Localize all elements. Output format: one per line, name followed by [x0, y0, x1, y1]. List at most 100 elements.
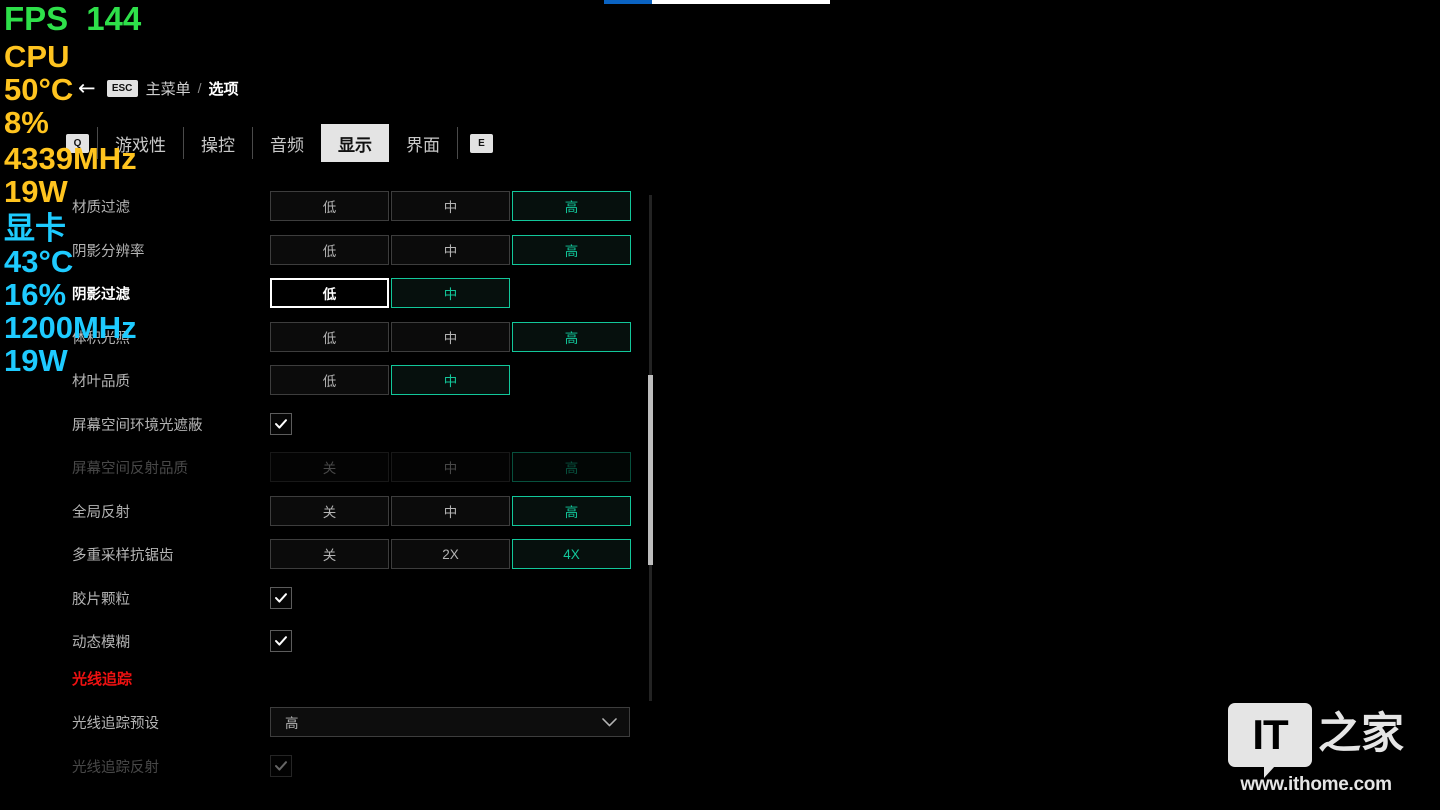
- segmented-option[interactable]: 4X: [512, 539, 631, 569]
- settings-row-control: 低中: [270, 365, 510, 395]
- tab-gameplay[interactable]: 游戏性: [98, 124, 183, 162]
- esc-key-badge: ESC: [106, 79, 138, 97]
- segmented-option[interactable]: 低: [270, 365, 389, 395]
- dropdown[interactable]: 高: [270, 707, 630, 737]
- segmented-control: 低中高: [270, 191, 631, 221]
- settings-row-control: 低中高: [270, 191, 631, 221]
- settings-row-label: 阴影过滤: [72, 286, 130, 303]
- settings-row: 材质过滤 低中高: [0, 189, 660, 223]
- settings-row-control: [270, 755, 292, 777]
- tab-next-key-wrap: E: [458, 124, 503, 162]
- settings-row-control: [270, 630, 292, 652]
- segmented-option[interactable]: 低: [270, 278, 389, 308]
- settings-section-header: 光线追踪: [72, 671, 133, 688]
- breadcrumb-root[interactable]: 主菜单: [146, 78, 191, 99]
- tab-prev-key-wrap: Q: [62, 124, 97, 162]
- settings-row-label: 多重采样抗锯齿: [72, 547, 174, 564]
- settings-row: 阴影分辨率 低中高: [0, 233, 660, 267]
- settings-row-control: 关中高: [270, 496, 631, 526]
- checkbox[interactable]: [270, 413, 292, 435]
- segmented-option[interactable]: 中: [391, 191, 510, 221]
- settings-row-control: 低中高: [270, 235, 631, 265]
- segmented-option[interactable]: 低: [270, 235, 389, 265]
- checkbox[interactable]: [270, 755, 292, 777]
- settings-row: 动态模糊: [0, 624, 660, 658]
- settings-row-label: 动态模糊: [72, 634, 130, 651]
- settings-row-label: 光线追踪反射: [72, 759, 159, 776]
- settings-row: 胶片颗粒: [0, 581, 660, 615]
- top-progress-bar: [604, 0, 830, 4]
- segmented-option[interactable]: 中: [391, 322, 510, 352]
- settings-row: 屏幕空间反射品质 关中高: [0, 450, 660, 484]
- segmented-option[interactable]: 低: [270, 191, 389, 221]
- settings-list: 材质过滤低中高阴影分辨率低中高阴影过滤低中体积光照低中高材叶品质低中屏幕空间环境…: [0, 183, 660, 810]
- segmented-control: 关中高: [270, 452, 631, 482]
- settings-row-label: 阴影分辨率: [72, 243, 145, 260]
- segmented-control: 低中高: [270, 235, 631, 265]
- segmented-control: 低中: [270, 278, 510, 308]
- segmented-control: 关 2X 4X: [270, 539, 631, 569]
- checkbox[interactable]: [270, 630, 292, 652]
- settings-row-label: 屏幕空间反射品质: [72, 460, 188, 477]
- settings-row-label: 屏幕空间环境光遮蔽: [72, 417, 203, 434]
- overlay-cpu-title: CPU: [4, 39, 70, 74]
- segmented-option[interactable]: 中: [391, 365, 510, 395]
- segmented-control: 关中高: [270, 496, 631, 526]
- segmented-option[interactable]: 2X: [391, 539, 510, 569]
- segmented-option[interactable]: 中: [391, 452, 510, 482]
- overlay-fps: FPS 144: [0, 0, 190, 35]
- settings-row: 多重采样抗锯齿 关 2X 4X: [0, 537, 660, 571]
- settings-row-label: 材质过滤: [72, 199, 130, 216]
- segmented-option[interactable]: 高: [512, 452, 631, 482]
- tab-bar: Q 游戏性 操控 音频 显示 界面 E: [62, 124, 503, 162]
- settings-row-label: 体积光照: [72, 330, 130, 347]
- watermark: IT 之家 www.ithome.com: [1210, 703, 1422, 796]
- overlay-fps-value: 144: [86, 0, 142, 37]
- segmented-option[interactable]: 高: [512, 235, 631, 265]
- watermark-cn-text: 之家: [1318, 709, 1404, 759]
- segmented-option[interactable]: 中: [391, 235, 510, 265]
- q-key-badge: Q: [66, 133, 89, 153]
- segmented-option[interactable]: 高: [512, 191, 631, 221]
- settings-row-control: 低中: [270, 278, 510, 308]
- segmented-option[interactable]: 关: [270, 539, 389, 569]
- watermark-logo: IT 之家: [1210, 703, 1422, 778]
- segmented-option[interactable]: 中: [391, 496, 510, 526]
- settings-row-label: 全局反射: [72, 504, 130, 521]
- settings-row-control: 关 2X 4X: [270, 539, 631, 569]
- settings-row: 屏幕空间环境光遮蔽: [0, 407, 660, 441]
- settings-row: 全局反射 关中高: [0, 494, 660, 528]
- tab-display[interactable]: 显示: [321, 124, 389, 162]
- breadcrumb: ← ESC 主菜单 / 选项: [78, 76, 239, 100]
- chevron-down-icon: [602, 717, 617, 727]
- settings-row-label: 胶片颗粒: [72, 591, 130, 608]
- watermark-it-badge: IT: [1228, 703, 1312, 778]
- segmented-option[interactable]: 中: [391, 278, 510, 308]
- settings-row-control: 高: [270, 707, 630, 737]
- top-progress-fill: [604, 0, 652, 4]
- segmented-option[interactable]: 高: [512, 322, 631, 352]
- segmented-option[interactable]: 关: [270, 496, 389, 526]
- settings-row-label: 光线追踪预设: [72, 715, 159, 732]
- checkbox[interactable]: [270, 587, 292, 609]
- tab-interface[interactable]: 界面: [389, 124, 457, 162]
- arrow-left-icon[interactable]: ←: [78, 77, 96, 99]
- tab-controls[interactable]: 操控: [184, 124, 252, 162]
- segmented-option[interactable]: 高: [512, 496, 631, 526]
- watermark-url: www.ithome.com: [1240, 774, 1392, 795]
- breadcrumb-current: 选项: [208, 80, 239, 98]
- settings-row-control: 关中高: [270, 452, 631, 482]
- overlay-fps-label: FPS: [4, 0, 69, 37]
- segmented-control: 低中: [270, 365, 510, 395]
- scrollbar-thumb[interactable]: [648, 375, 653, 565]
- segmented-option[interactable]: 低: [270, 322, 389, 352]
- settings-row-control: [270, 587, 292, 609]
- settings-row-control: 低中高: [270, 322, 631, 352]
- settings-row-control: [270, 413, 292, 435]
- e-key-badge: E: [470, 133, 493, 153]
- breadcrumb-separator: /: [197, 80, 202, 96]
- segmented-option[interactable]: 关: [270, 452, 389, 482]
- tab-audio[interactable]: 音频: [253, 124, 321, 162]
- settings-row: 材叶品质 低中: [0, 363, 660, 397]
- segmented-control: 低中高: [270, 322, 631, 352]
